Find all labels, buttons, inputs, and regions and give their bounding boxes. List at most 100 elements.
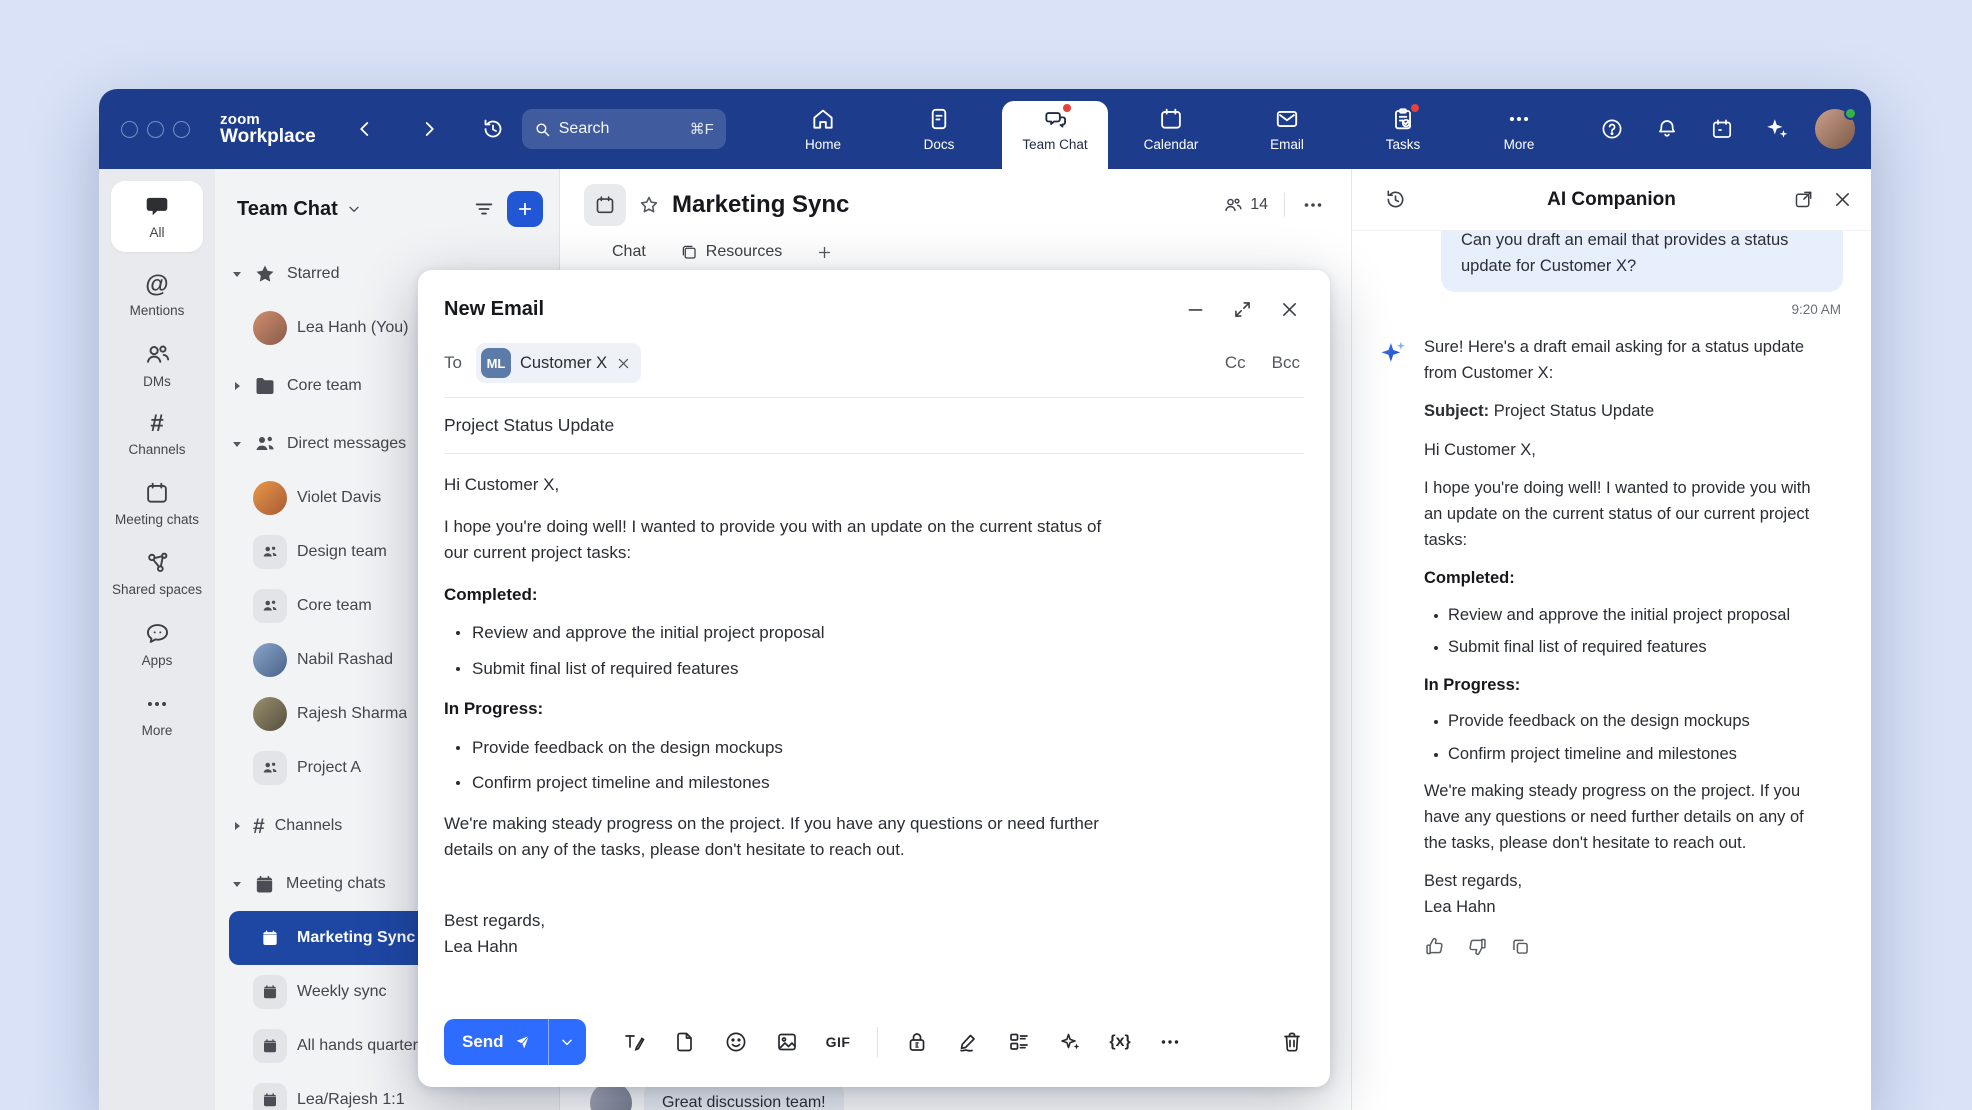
nav-more[interactable]: More bbox=[1461, 89, 1577, 169]
nav-home[interactable]: Home bbox=[765, 89, 881, 169]
remove-recipient-icon[interactable] bbox=[616, 356, 631, 371]
email-body-editor[interactable]: Hi Customer X, I hope you're doing well!… bbox=[418, 454, 1158, 961]
bcc-button[interactable]: Bcc bbox=[1272, 353, 1300, 373]
open-in-new-window-icon[interactable] bbox=[1793, 189, 1814, 210]
star-outline-icon[interactable] bbox=[638, 194, 660, 216]
tab-chat[interactable]: Chat bbox=[612, 243, 646, 261]
nav-docs[interactable]: Docs bbox=[881, 89, 997, 169]
traffic-zoom-button[interactable] bbox=[173, 121, 190, 138]
ai-companion-sparkle-icon[interactable] bbox=[1760, 112, 1794, 146]
folder-icon bbox=[253, 374, 277, 398]
toolbar-more-icon[interactable] bbox=[1158, 1030, 1182, 1054]
avatar bbox=[253, 643, 287, 677]
chevron-down-icon[interactable] bbox=[346, 201, 362, 217]
rail-item-meeting-chats[interactable]: Meeting chats bbox=[111, 480, 203, 529]
copy-icon[interactable] bbox=[1510, 936, 1531, 957]
chat-tabs: Chat Resources bbox=[560, 241, 1351, 273]
rail-more-icon bbox=[144, 691, 170, 717]
email-intro: I hope you're doing well! I wanted to pr… bbox=[444, 514, 1128, 567]
help-icon[interactable] bbox=[1595, 112, 1629, 146]
meeting-icon bbox=[253, 975, 287, 1009]
close-icon[interactable] bbox=[1832, 189, 1853, 210]
new-chat-button[interactable] bbox=[507, 191, 543, 227]
modal-title: New Email bbox=[444, 298, 544, 321]
text-format-icon[interactable] bbox=[622, 1030, 646, 1054]
nav-tasks[interactable]: Tasks bbox=[1345, 89, 1461, 169]
recipient-chip[interactable]: ML Customer X bbox=[476, 343, 641, 383]
in-progress-list: Provide feedback on the design mockups C… bbox=[450, 735, 1128, 797]
people-icon bbox=[144, 341, 171, 368]
close-icon[interactable] bbox=[1279, 299, 1300, 320]
rail-item-shared-spaces[interactable]: Shared spaces bbox=[111, 549, 203, 599]
team-chat-notification-dot bbox=[1061, 102, 1073, 114]
email-signature: Best regards,Lea Hahn bbox=[444, 908, 1128, 961]
send-options-button[interactable] bbox=[549, 1019, 586, 1065]
channels-hash-icon: # bbox=[150, 412, 163, 436]
brand-workplace: Workplace bbox=[220, 127, 316, 146]
email-intro: I hope you're doing well! I wanted to pr… bbox=[1424, 476, 1826, 553]
thumbs-up-icon[interactable] bbox=[1424, 936, 1445, 957]
chat-more-icon[interactable] bbox=[1301, 193, 1325, 217]
ai-companion-logo-icon bbox=[1379, 338, 1409, 368]
list-item: Confirm project timeline and milestones bbox=[450, 770, 1128, 797]
cc-button[interactable]: Cc bbox=[1225, 353, 1246, 373]
chatlist-title: Team Chat bbox=[237, 198, 338, 221]
image-icon[interactable] bbox=[775, 1030, 799, 1054]
subject-field[interactable]: Project Status Update bbox=[418, 398, 1330, 453]
filter-icon[interactable] bbox=[473, 198, 495, 220]
back-icon[interactable] bbox=[348, 112, 382, 146]
plus-icon bbox=[516, 200, 534, 218]
recipient-avatar: ML bbox=[481, 348, 511, 378]
traffic-close-button[interactable] bbox=[121, 121, 138, 138]
minimize-icon[interactable] bbox=[1185, 299, 1206, 320]
encrypt-lock-icon[interactable] bbox=[905, 1030, 929, 1054]
search-input[interactable]: Search ⌘F bbox=[522, 109, 726, 149]
tab-resources[interactable]: Resources bbox=[680, 243, 782, 261]
ai-subject-line: Subject: Project Status Update bbox=[1424, 399, 1826, 425]
ai-sparkle-icon[interactable] bbox=[1058, 1030, 1082, 1054]
calendar-icon bbox=[1158, 106, 1184, 132]
rail-item-more[interactable]: More bbox=[111, 691, 203, 740]
window-controls bbox=[121, 121, 190, 138]
rail-item-mentions[interactable]: @ Mentions bbox=[111, 273, 203, 320]
template-layout-icon[interactable] bbox=[1007, 1030, 1031, 1054]
message-timestamp: 9:20 AM bbox=[1379, 302, 1841, 317]
ai-history-icon[interactable] bbox=[1378, 183, 1412, 217]
variable-button[interactable]: {x} bbox=[1109, 1033, 1130, 1051]
signature-icon[interactable] bbox=[956, 1030, 980, 1054]
attach-file-icon[interactable] bbox=[673, 1030, 697, 1054]
history-icon[interactable] bbox=[476, 112, 510, 146]
rail-item-dms[interactable]: DMs bbox=[111, 341, 203, 391]
list-item: Provide feedback on the design mockups bbox=[450, 735, 1128, 762]
rail-item-apps[interactable]: Apps bbox=[111, 620, 203, 670]
meeting-icon bbox=[253, 921, 287, 955]
expand-icon[interactable] bbox=[1232, 299, 1253, 320]
ai-response: Sure! Here's a draft email asking for a … bbox=[1379, 335, 1847, 957]
member-count[interactable]: 14 bbox=[1223, 195, 1268, 215]
meeting-icon bbox=[253, 1083, 287, 1110]
traffic-minimize-button[interactable] bbox=[147, 121, 164, 138]
gif-button[interactable]: GIF bbox=[826, 1034, 851, 1050]
discard-trash-icon[interactable] bbox=[1280, 1030, 1304, 1054]
emoji-icon[interactable] bbox=[724, 1030, 748, 1054]
calendar-date-icon[interactable] bbox=[1705, 112, 1739, 146]
send-plane-icon bbox=[513, 1033, 532, 1052]
send-button[interactable]: Send bbox=[444, 1019, 549, 1065]
user-avatar[interactable] bbox=[1815, 109, 1855, 149]
rail-item-channels[interactable]: # Channels bbox=[111, 412, 203, 459]
email-greeting: Hi Customer X, bbox=[444, 472, 1128, 499]
nav-team-chat[interactable]: Team Chat bbox=[997, 89, 1113, 169]
zoom-workplace-window: zoom Workplace Search ⌘F bbox=[99, 89, 1871, 1110]
home-icon bbox=[810, 106, 836, 132]
nav-email[interactable]: Email bbox=[1229, 89, 1345, 169]
notifications-bell-icon[interactable] bbox=[1650, 112, 1684, 146]
left-rail: All @ Mentions DMs # Channels Meeting ch… bbox=[99, 169, 215, 1110]
rail-item-all[interactable]: All bbox=[111, 181, 203, 252]
forward-icon[interactable] bbox=[412, 112, 446, 146]
tab-add-button[interactable] bbox=[816, 244, 833, 261]
caret-down-icon bbox=[231, 268, 243, 280]
thumbs-down-icon[interactable] bbox=[1467, 936, 1488, 957]
new-email-modal: New Email To ML Customer X Cc Bcc bbox=[418, 270, 1330, 1087]
nav-calendar[interactable]: Calendar bbox=[1113, 89, 1229, 169]
search-placeholder: Search bbox=[559, 120, 610, 138]
